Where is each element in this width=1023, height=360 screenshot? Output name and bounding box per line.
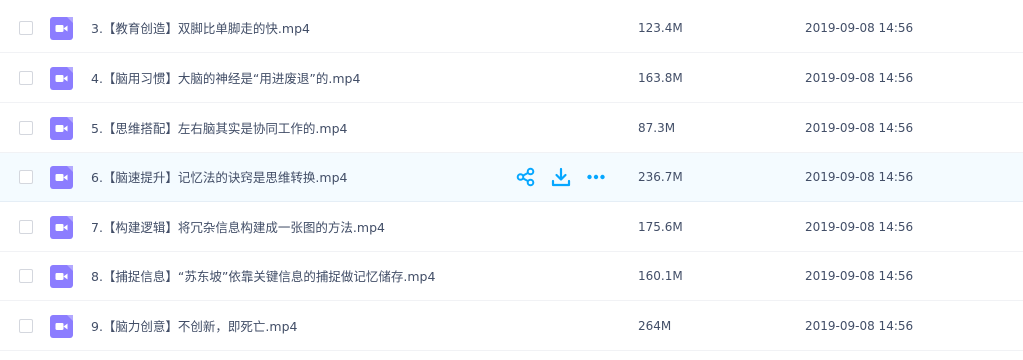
file-modified-date: 2019-09-08 14:56 — [805, 269, 914, 283]
file-row[interactable]: 7.【构建逻辑】将冗杂信息构建成一张图的方法.mp4 175.6M 2019-0… — [0, 203, 1023, 252]
file-name[interactable]: 9.【脑力创意】不创新，即死亡.mp4 — [91, 302, 297, 351]
share-icon[interactable] — [515, 166, 537, 188]
file-name[interactable]: 7.【构建逻辑】将冗杂信息构建成一张图的方法.mp4 — [91, 203, 385, 252]
row-checkbox[interactable] — [19, 170, 33, 184]
file-size: 123.4M — [638, 21, 683, 35]
file-modified-date: 2019-09-08 14:56 — [805, 220, 914, 234]
file-size: 163.8M — [638, 71, 683, 85]
row-checkbox[interactable] — [19, 319, 33, 333]
file-name[interactable]: 6.【脑速提升】记忆法的诀窍是思维转换.mp4 — [91, 153, 347, 202]
file-list: 3.【教育创造】双脚比单脚走的快.mp4 123.4M 2019-09-08 1… — [0, 0, 1023, 360]
video-file-icon — [50, 17, 73, 40]
file-size: 236.7M — [638, 170, 683, 184]
row-checkbox[interactable] — [19, 121, 33, 135]
row-checkbox[interactable] — [19, 71, 33, 85]
file-modified-date: 2019-09-08 14:56 — [805, 319, 914, 333]
file-size: 175.6M — [638, 220, 683, 234]
file-name[interactable]: 4.【脑用习惯】大脑的神经是“用进废退”的.mp4 — [91, 54, 360, 103]
file-name[interactable]: 8.【捕捉信息】“苏东坡”依靠关键信息的捕捉做记忆储存.mp4 — [91, 252, 435, 301]
file-row-hovered[interactable]: 6.【脑速提升】记忆法的诀窍是思维转换.mp4 236.7M 2019-09-0… — [0, 153, 1023, 202]
file-modified-date: 2019-09-08 14:56 — [805, 71, 914, 85]
video-file-icon — [50, 166, 73, 189]
file-size: 87.3M — [638, 121, 676, 135]
file-row[interactable]: 3.【教育创造】双脚比单脚走的快.mp4 123.4M 2019-09-08 1… — [0, 4, 1023, 53]
file-size: 264M — [638, 319, 672, 333]
file-modified-date: 2019-09-08 14:56 — [805, 170, 914, 184]
download-icon[interactable] — [550, 166, 572, 188]
file-modified-date: 2019-09-08 14:56 — [805, 121, 914, 135]
more-icon[interactable] — [585, 166, 607, 188]
row-checkbox[interactable] — [19, 21, 33, 35]
video-file-icon — [50, 315, 73, 338]
row-checkbox[interactable] — [19, 220, 33, 234]
file-row[interactable]: 4.【脑用习惯】大脑的神经是“用进废退”的.mp4 163.8M 2019-09… — [0, 54, 1023, 103]
video-file-icon — [50, 216, 73, 239]
video-file-icon — [50, 67, 73, 90]
file-name[interactable]: 3.【教育创造】双脚比单脚走的快.mp4 — [91, 4, 310, 53]
file-row[interactable]: 8.【捕捉信息】“苏东坡”依靠关键信息的捕捉做记忆储存.mp4 160.1M 2… — [0, 252, 1023, 301]
file-row[interactable]: 9.【脑力创意】不创新，即死亡.mp4 264M 2019-09-08 14:5… — [0, 302, 1023, 351]
file-row[interactable]: 5.【思维搭配】左右脑其实是协同工作的.mp4 87.3M 2019-09-08… — [0, 104, 1023, 153]
row-checkbox[interactable] — [19, 269, 33, 283]
video-file-icon — [50, 117, 73, 140]
file-modified-date: 2019-09-08 14:56 — [805, 21, 914, 35]
video-file-icon — [50, 265, 73, 288]
file-name[interactable]: 5.【思维搭配】左右脑其实是协同工作的.mp4 — [91, 104, 347, 153]
file-size: 160.1M — [638, 269, 683, 283]
